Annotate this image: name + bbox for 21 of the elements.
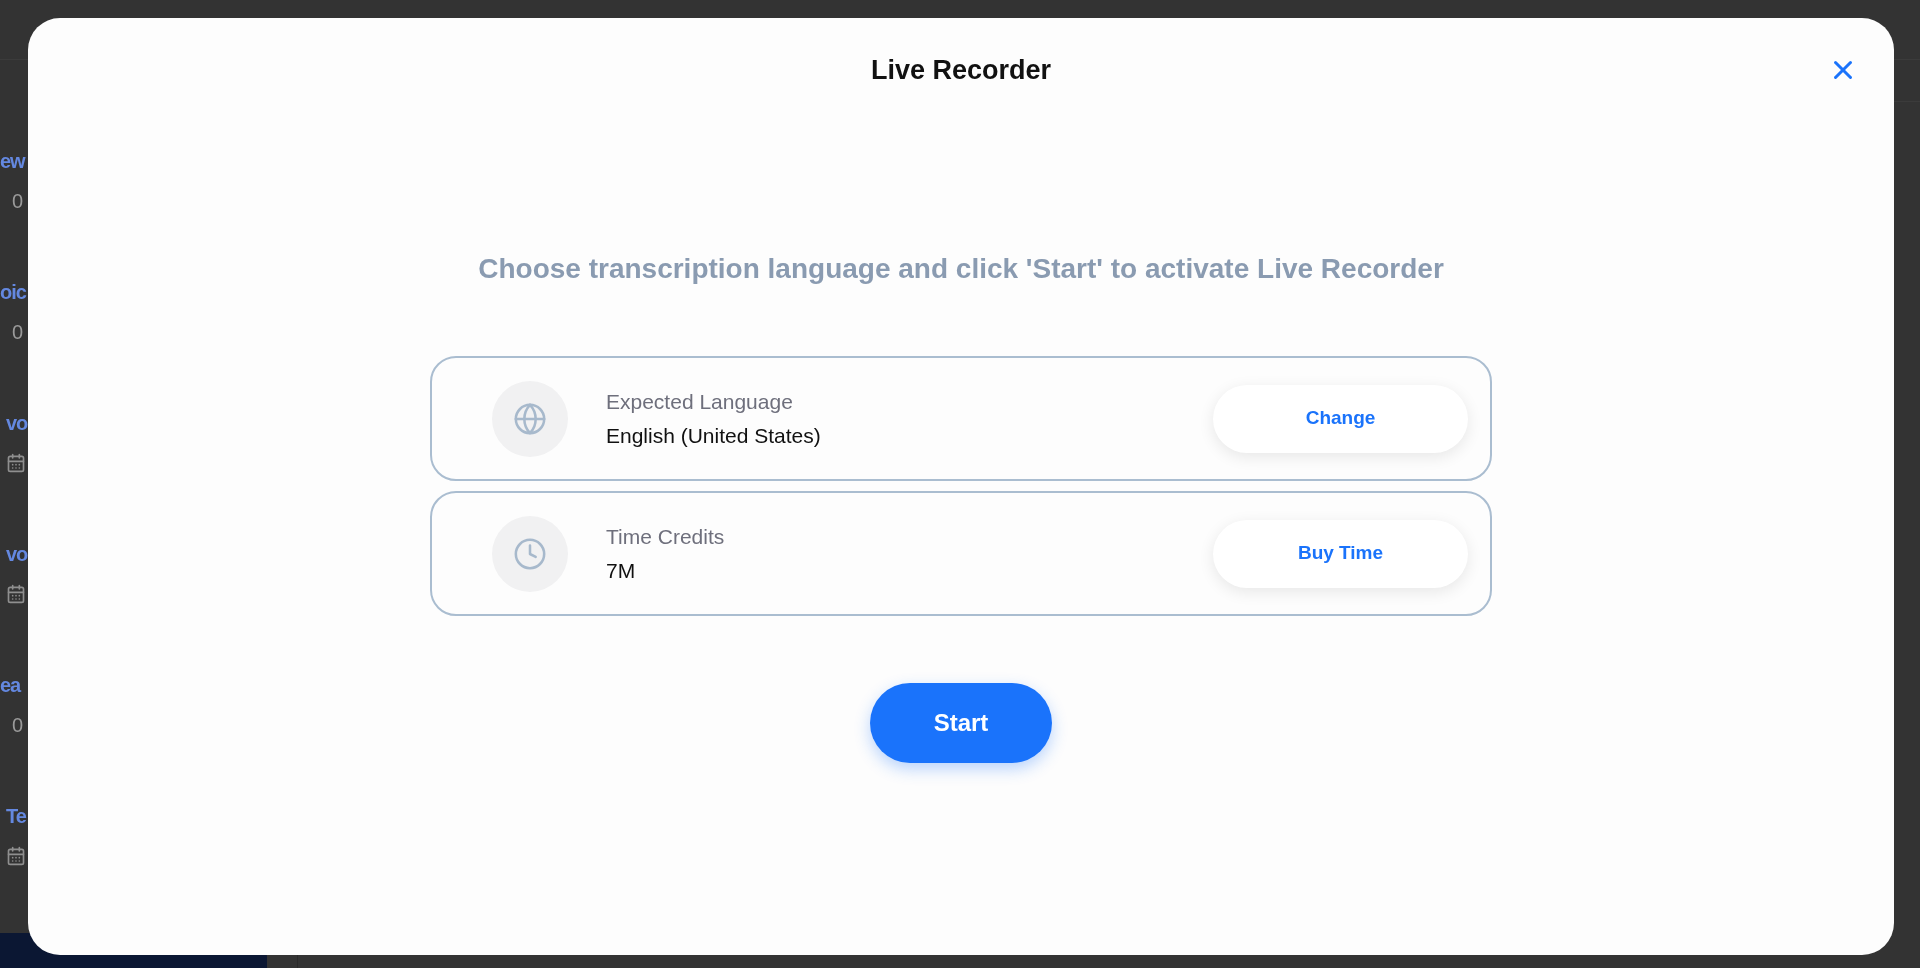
- dialog-title: Live Recorder: [870, 54, 1052, 86]
- change-button[interactable]: Change: [1213, 384, 1468, 453]
- start-button[interactable]: Start: [870, 683, 1052, 763]
- sidebar-item-count: 0: [12, 320, 24, 345]
- sidebar-item-title: Te: [6, 804, 26, 829]
- setting-label: Expected Language: [606, 388, 794, 415]
- setting-value: 7M: [606, 557, 637, 584]
- setting-label: Time Credits: [606, 523, 725, 550]
- sidebar-item-count: 0: [12, 189, 24, 214]
- sidebar-item-title: vo: [6, 542, 28, 567]
- calendar-icon: [6, 584, 26, 604]
- sidebar-item-title: oic: [0, 280, 26, 305]
- sidebar-item-title: vo: [6, 411, 28, 436]
- sidebar-item-title: ea: [0, 673, 21, 698]
- setting-value: English (United States): [606, 422, 821, 449]
- calendar-icon: [6, 453, 26, 473]
- sidebar-item-title: ew: [0, 149, 25, 174]
- sidebar-item-count: 0: [12, 713, 24, 738]
- instruction-text: Choose transcription language and click 'Start' to activate Live Recorder: [478, 252, 1444, 286]
- buy-time-button[interactable]: Buy Time: [1213, 519, 1468, 588]
- calendar-icon: [6, 846, 26, 866]
